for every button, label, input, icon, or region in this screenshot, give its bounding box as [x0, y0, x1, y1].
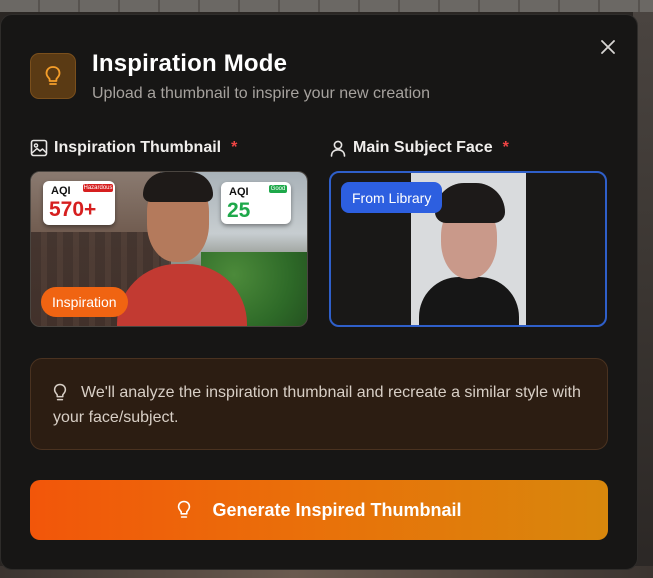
- aqi-card-value: 25: [227, 199, 251, 222]
- inspiration-badge: Inspiration: [41, 287, 128, 317]
- aqi-card-value: 570+: [49, 198, 97, 221]
- aqi-card-hazardous: AQI Hazardous 570+: [43, 181, 115, 225]
- generate-button-label: Generate Inspired Thumbnail: [212, 499, 462, 520]
- subject-face-upload[interactable]: From Library: [329, 171, 607, 327]
- image-icon: [30, 139, 48, 157]
- from-library-badge[interactable]: From Library: [341, 182, 443, 213]
- required-mark: *: [231, 139, 238, 156]
- aqi-card-tag: Good: [269, 185, 287, 193]
- face-shirt: [419, 277, 519, 325]
- modal-subtitle: Upload a thumbnail to inspire your new c…: [92, 85, 430, 102]
- close-icon: [601, 40, 615, 54]
- aqi-card-tag: Hazardous: [83, 184, 113, 192]
- lightbulb-icon: [178, 500, 191, 518]
- inspiration-thumbnail-upload[interactable]: AQI Hazardous 570+ AQI Good 25 Inspirati…: [30, 171, 308, 327]
- info-box: We'll analyze the inspiration thumbnail …: [30, 358, 608, 450]
- user-icon: [330, 140, 346, 157]
- info-text: We'll analyze the inspiration thumbnail …: [53, 384, 581, 426]
- close-button[interactable]: [598, 37, 618, 57]
- face-hair: [435, 183, 505, 223]
- lightbulb-icon: [45, 66, 61, 85]
- inspiration-label-text: Inspiration Thumbnail: [54, 139, 222, 156]
- aqi-card-good: AQI Good 25: [221, 182, 291, 224]
- aqi-card-label: AQI: [51, 185, 71, 197]
- inspiration-label: Inspiration Thumbnail *: [30, 139, 237, 157]
- generate-inspired-thumbnail-button[interactable]: Generate Inspired Thumbnail: [30, 480, 608, 540]
- subject-label: Main Subject Face *: [329, 139, 509, 157]
- aqi-card-label: AQI: [229, 186, 249, 198]
- subject-label-text: Main Subject Face: [353, 139, 493, 156]
- required-mark: *: [502, 139, 509, 156]
- thumbnail-person-hair: [143, 172, 213, 202]
- modal-title: Inspiration Mode: [92, 50, 288, 77]
- background-strip: [0, 0, 653, 12]
- header-icon-badge: [30, 53, 76, 99]
